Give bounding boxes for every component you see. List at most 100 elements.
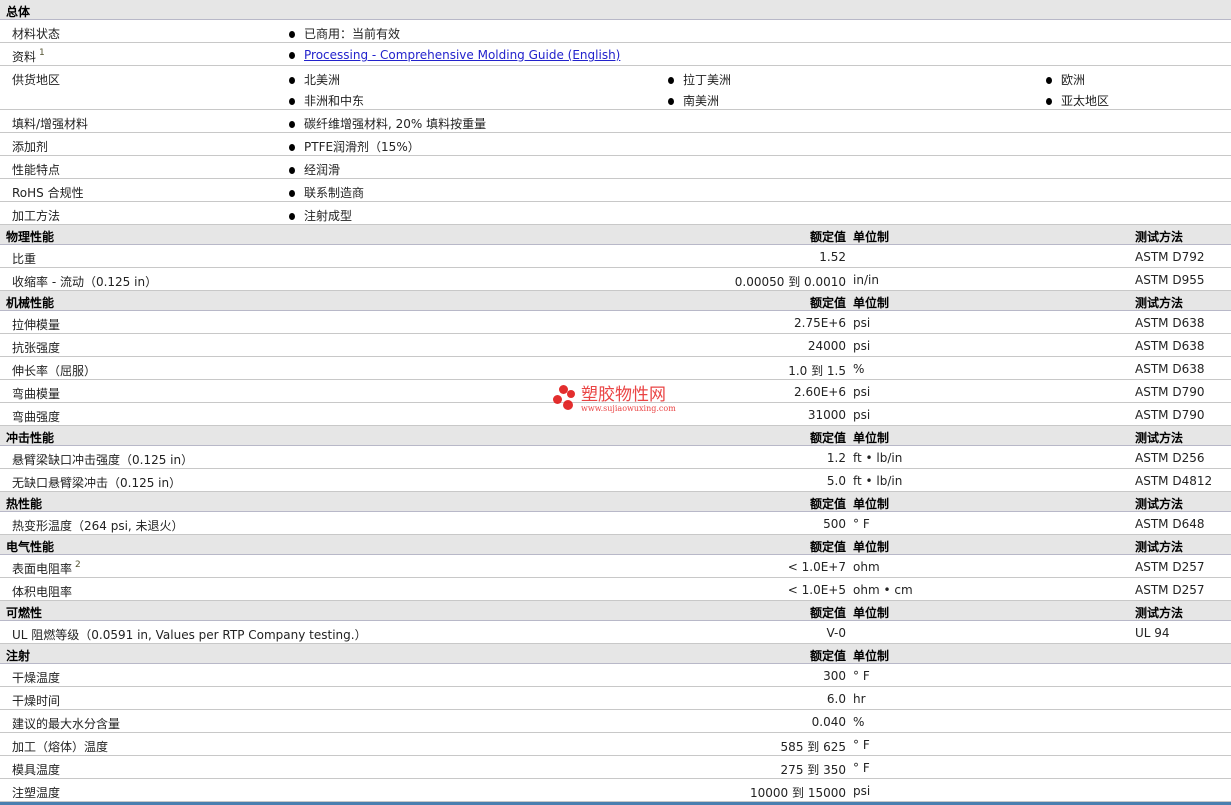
- property-name: 无缺口悬臂梁冲击（0.125 in）: [12, 476, 182, 490]
- section-header: 可燃性 额定值 单位制 测试方法: [0, 601, 1231, 621]
- section-header: 电气性能 额定值 单位制 测试方法: [0, 535, 1231, 555]
- property-label: 抗张强度: [12, 339, 60, 356]
- footnote-marker[interactable]: 1: [39, 48, 45, 58]
- region-name: 非洲和中东: [304, 94, 365, 108]
- property-name: 建议的最大水分含量: [12, 717, 121, 731]
- property-value-item: 已商用：当前有效: [289, 25, 400, 42]
- property-row: UL 阻燃等级（0.0591 in, Values per RTP Compan…: [0, 621, 1231, 644]
- property-unit: psi: [853, 339, 871, 353]
- region-name: 欧洲: [1061, 73, 1086, 87]
- section-header: 冲击性能 额定值 单位制 测试方法: [0, 426, 1231, 446]
- property-value: 10000 到 15000: [750, 786, 846, 800]
- property-name: 热变形温度（264 psi, 未退火）: [12, 519, 184, 533]
- property-name: 弯曲模量: [12, 387, 61, 401]
- property-name: 材料状态: [12, 27, 61, 41]
- bullet-icon: [289, 190, 295, 197]
- test-method: ASTM D638: [1135, 316, 1205, 330]
- property-label: 伸长率（屈服）: [12, 362, 96, 379]
- property-value: V-0: [826, 626, 846, 640]
- property-row: 添加剂 PTFE润滑剂（15%）: [0, 133, 1231, 156]
- property-label: 体积电阻率: [12, 583, 72, 600]
- property-label: 模具温度: [12, 761, 60, 778]
- property-label: UL 阻燃等级（0.0591 in, Values per RTP Compan…: [12, 626, 367, 643]
- property-row: 拉伸模量 2.75E+6 psi ASTM D638: [0, 311, 1231, 334]
- test-method: ASTM D257: [1135, 560, 1205, 574]
- property-name: 抗张强度: [12, 341, 61, 355]
- property-value: 585 到 625: [780, 740, 846, 754]
- watermark-logo: 塑胶物性网 www.sujiaowuxing.com: [553, 385, 676, 413]
- test-method: ASTM D257: [1135, 583, 1205, 597]
- section-title: 电气性能: [6, 540, 55, 554]
- property-name: RoHS 合规性: [12, 186, 84, 200]
- property-label: 收缩率 - 流动（0.125 in）: [12, 273, 157, 290]
- value-column-header: 额定值: [809, 296, 846, 310]
- property-name: 模具温度: [12, 763, 61, 777]
- test-method-column-header: 测试方法: [1135, 606, 1184, 620]
- region-item: 北美洲: [289, 71, 340, 88]
- test-method: ASTM D256: [1135, 451, 1205, 465]
- test-method-column-header: 测试方法: [1135, 296, 1184, 310]
- property-row: 资料 1 Processing - Comprehensive Molding Gu…: [0, 43, 1231, 66]
- property-row: 模具温度 275 到 350 ° F: [0, 756, 1231, 779]
- property-name: 加工（熔体）温度: [12, 740, 109, 754]
- region-item: 拉丁美洲: [668, 71, 731, 88]
- property-row: 悬臂梁缺口冲击强度（0.125 in） 1.2 ft • lb/in ASTM D25…: [0, 446, 1231, 469]
- property-value: 2.60E+6: [794, 385, 846, 399]
- property-row: 建议的最大水分含量 0.040%: [0, 710, 1231, 733]
- property-value: 0.00050 到 0.0010: [734, 275, 846, 289]
- property-label: 添加剂: [12, 138, 48, 155]
- property-row: 材料状态 已商用：当前有效: [0, 20, 1231, 43]
- region-item: 欧洲: [1046, 71, 1085, 88]
- property-name: 收缩率 - 流动（0.125 in）: [12, 275, 158, 289]
- property-row: 抗张强度 24000 psi ASTM D638: [0, 334, 1231, 357]
- region-item: 亚太地区: [1046, 92, 1109, 109]
- property-name: 体积电阻率: [12, 585, 73, 599]
- property-value-item: PTFE润滑剂（15%）: [289, 138, 420, 155]
- property-unit: hr: [853, 692, 866, 706]
- property-name: 表面电阻率: [12, 562, 73, 576]
- property-name: 资料: [12, 50, 37, 64]
- bullet-icon: [289, 77, 295, 84]
- property-value-item: 碳纤维增强材料, 20% 填料按重量: [289, 115, 486, 132]
- section-header: 机械性能 额定值 单位制 测试方法: [0, 291, 1231, 311]
- property-value: 注射成型: [304, 209, 353, 223]
- section-header: 总体: [0, 0, 1231, 20]
- processing-guide-link[interactable]: Processing - Comprehensive Molding Guide…: [304, 48, 620, 62]
- value-column-header: 额定值: [809, 649, 846, 663]
- property-name: 拉伸模量: [12, 318, 61, 332]
- property-row: 注塑温度 10000 到 15000 psi: [0, 779, 1231, 802]
- property-name: 弯曲强度: [12, 410, 61, 424]
- region-name: 拉丁美洲: [683, 73, 732, 87]
- property-value: 275 到 350: [780, 763, 846, 777]
- property-name: 干燥时间: [12, 694, 61, 708]
- test-method-column-header: 测试方法: [1135, 540, 1184, 554]
- unit-column-header: 单位制: [853, 606, 890, 620]
- section-title: 总体: [6, 5, 31, 19]
- footnote-marker[interactable]: 2: [75, 560, 81, 570]
- property-label: 加工（熔体）温度: [12, 738, 108, 755]
- property-value: 1.52: [819, 250, 846, 264]
- property-name: 注塑温度: [12, 786, 61, 800]
- property-label: 资料 1: [12, 48, 45, 65]
- property-label: 供货地区: [12, 71, 60, 88]
- section-title: 热性能: [6, 497, 43, 511]
- property-unit: ft • lb/in: [853, 474, 903, 488]
- property-name: 加工方法: [12, 209, 61, 223]
- property-row: 加工（熔体）温度 585 到 625 ° F: [0, 733, 1231, 756]
- property-value: 已商用：当前有效: [304, 27, 401, 41]
- bullet-icon: [668, 77, 674, 84]
- property-label: RoHS 合规性: [12, 184, 84, 201]
- property-label: 比重: [12, 250, 36, 267]
- property-row: 比重 1.52 ASTM D792: [0, 245, 1231, 268]
- region-item: 南美洲: [668, 92, 719, 109]
- property-label: 热变形温度（264 psi, 未退火）: [12, 517, 184, 534]
- property-unit: psi: [853, 784, 871, 798]
- unit-column-header: 单位制: [853, 431, 890, 445]
- property-label: 注塑温度: [12, 784, 60, 801]
- bullet-icon: [668, 98, 674, 105]
- property-value: 0.040: [811, 715, 846, 729]
- property-value: 6.0: [826, 692, 846, 706]
- property-row: 加工方法 注射成型: [0, 202, 1231, 225]
- property-unit: ° F: [853, 517, 870, 531]
- property-unit: %: [853, 715, 865, 729]
